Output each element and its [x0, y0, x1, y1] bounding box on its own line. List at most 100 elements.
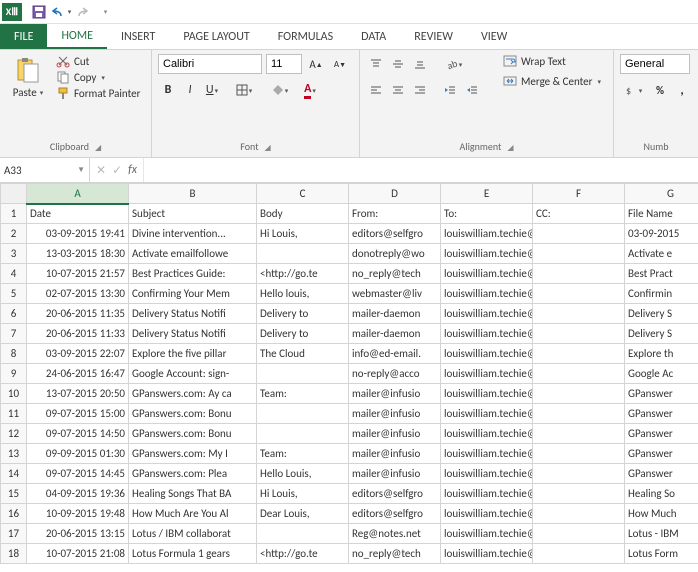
cell[interactable]: Healing So	[625, 484, 698, 504]
cell[interactable]: Delivery Status Notifi	[129, 324, 257, 344]
cell[interactable]: Subject	[129, 204, 257, 224]
format-painter-button[interactable]: Format Painter	[56, 86, 140, 100]
cell[interactable]: 10-07-2015 21:08	[27, 544, 129, 564]
cell[interactable]	[257, 244, 349, 264]
row-header[interactable]: 9	[1, 364, 27, 384]
row-header[interactable]: 18	[1, 544, 27, 564]
row-header[interactable]: 2	[1, 224, 27, 244]
cell[interactable]	[533, 404, 625, 424]
cell[interactable]: louiswilliam.techie@gmail.c	[441, 524, 533, 544]
cell[interactable]: 09-07-2015 14:45	[27, 464, 129, 484]
cell[interactable]: louiswilliam.techie@gmail.c	[441, 504, 533, 524]
clipboard-launcher-icon[interactable]: ◢	[95, 143, 101, 153]
cell[interactable]: Hello louis,	[257, 284, 349, 304]
cell[interactable]: louiswilliam.techie@gmail.c	[441, 384, 533, 404]
cell[interactable]: Confirming Your Mem	[129, 284, 257, 304]
cell[interactable]: Hi Louis,	[257, 484, 349, 504]
cell[interactable]	[533, 324, 625, 344]
cell[interactable]	[257, 524, 349, 544]
cell[interactable]: CC:	[533, 204, 625, 224]
column-header[interactable]: D	[349, 184, 441, 204]
cell[interactable]: Lotus Formula 1 gears	[129, 544, 257, 564]
row-header[interactable]: 16	[1, 504, 27, 524]
enter-formula-icon[interactable]: ✓	[112, 163, 122, 178]
cell[interactable]: The Cloud	[257, 344, 349, 364]
accounting-format-button[interactable]: $▾	[620, 80, 648, 100]
cell[interactable]: How Much	[625, 504, 698, 524]
cell[interactable]: GPanswers.com: Bonu	[129, 424, 257, 444]
column-header[interactable]: C	[257, 184, 349, 204]
cell[interactable]: louiswilliam.techie@gmail.c	[441, 444, 533, 464]
cell[interactable]	[533, 244, 625, 264]
underline-button[interactable]: U▾	[202, 80, 222, 100]
cell[interactable]: mailer-daemon	[349, 324, 441, 344]
cell[interactable]	[533, 304, 625, 324]
row-header[interactable]: 13	[1, 444, 27, 464]
bold-button[interactable]: B	[158, 80, 178, 100]
cell[interactable]: GPanswers.com: Plea	[129, 464, 257, 484]
cell[interactable]: GPanswer	[625, 444, 698, 464]
font-color-button[interactable]: A▾	[296, 80, 324, 100]
cell[interactable]: 24-06-2015 16:47	[27, 364, 129, 384]
cell[interactable]: Google Ac	[625, 364, 698, 384]
cell[interactable]: Team:	[257, 444, 349, 464]
align-bottom-button[interactable]	[410, 54, 430, 74]
cell[interactable]: 03-09-2015 22:07	[27, 344, 129, 364]
formula-input[interactable]	[144, 158, 698, 182]
cell[interactable]: louiswilliam.techie@gmail.c	[441, 224, 533, 244]
cell[interactable]: no-reply@acco	[349, 364, 441, 384]
cell[interactable]: donotreply@wo	[349, 244, 441, 264]
cell[interactable]: 20-06-2015 13:15	[27, 524, 129, 544]
cell[interactable]: Hello Louis,	[257, 464, 349, 484]
cell[interactable]: Google Account: sign-	[129, 364, 257, 384]
tab-formulas[interactable]: FORMULAS	[264, 24, 347, 49]
cell[interactable]	[533, 364, 625, 384]
cell[interactable]: 20-06-2015 11:33	[27, 324, 129, 344]
cell[interactable]	[533, 524, 625, 544]
row-header[interactable]: 1	[1, 204, 27, 224]
cell[interactable]: mailer-daemon	[349, 304, 441, 324]
cell[interactable]: mailer@infusio	[349, 404, 441, 424]
row-header[interactable]: 17	[1, 524, 27, 544]
decrease-indent-button[interactable]	[440, 80, 460, 100]
cell[interactable]: mailer@infusio	[349, 444, 441, 464]
cell[interactable]	[533, 504, 625, 524]
cell[interactable]: Confirmin	[625, 284, 698, 304]
cell[interactable]: GPanswer	[625, 384, 698, 404]
tab-insert[interactable]: INSERT	[107, 24, 169, 49]
cell[interactable]: Delivery S	[625, 324, 698, 344]
align-left-button[interactable]	[366, 80, 386, 100]
increase-indent-button[interactable]	[462, 80, 482, 100]
cell[interactable]: GPanswer	[625, 464, 698, 484]
font-name-input[interactable]	[158, 54, 262, 74]
column-header[interactable]: G	[625, 184, 698, 204]
tab-data[interactable]: DATA	[347, 24, 400, 49]
cell[interactable]: louiswilliam.techie@gmail.c	[441, 244, 533, 264]
row-header[interactable]: 5	[1, 284, 27, 304]
tab-review[interactable]: REVIEW	[400, 24, 467, 49]
cell[interactable]: no_reply@tech	[349, 264, 441, 284]
fx-icon[interactable]: fx	[128, 163, 137, 177]
align-middle-button[interactable]	[388, 54, 408, 74]
cell[interactable]	[533, 284, 625, 304]
cell[interactable]: editors@selfgro	[349, 504, 441, 524]
cancel-formula-icon[interactable]: ✕	[96, 163, 106, 178]
align-top-button[interactable]	[366, 54, 386, 74]
cell[interactable]: mailer@infusio	[349, 464, 441, 484]
cell[interactable]: Activate emailfollowe	[129, 244, 257, 264]
cell[interactable]: louiswilliam.techie@gmail.c	[441, 324, 533, 344]
column-header[interactable]: F	[533, 184, 625, 204]
cell[interactable]: Team:	[257, 384, 349, 404]
cell[interactable]: 09-07-2015 15:00	[27, 404, 129, 424]
cell[interactable]: mailer@infusio	[349, 384, 441, 404]
row-header[interactable]: 7	[1, 324, 27, 344]
row-header[interactable]: 15	[1, 484, 27, 504]
cell[interactable]: editors@selfgro	[349, 484, 441, 504]
cell[interactable]	[533, 424, 625, 444]
cell[interactable]	[533, 444, 625, 464]
column-header[interactable]: E	[441, 184, 533, 204]
cell[interactable]: louiswilliam.techie@gmail.c	[441, 344, 533, 364]
tab-home[interactable]: HOME	[47, 24, 107, 49]
cell[interactable]: 09-09-2015 01:30	[27, 444, 129, 464]
cell[interactable]: GPanswers.com: Ay ca	[129, 384, 257, 404]
